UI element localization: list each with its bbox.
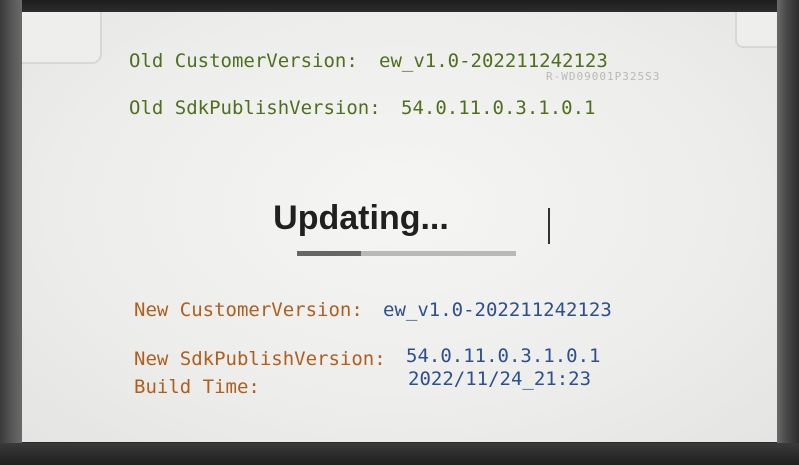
device-id-overlay: R-WD09001P325S3 (546, 70, 661, 83)
new-sdk-publish-version-value: 54.0.11.0.3.1.0.1 (406, 345, 601, 367)
monitor-bezel-right (777, 0, 799, 465)
build-time-label: Build Time: (134, 376, 260, 398)
old-customer-version-label: Old CustomerVersion: (129, 50, 358, 72)
monitor-bezel-bottom (0, 443, 799, 465)
update-progress-fill (297, 251, 361, 256)
old-customer-version-value: ew_v1.0-202211242123 (379, 50, 608, 72)
new-customer-version-value: ew_v1.0-202211242123 (383, 299, 612, 321)
old-sdk-publish-version-value: 54.0.11.0.3.1.0.1 (401, 97, 596, 119)
text-cursor (548, 208, 550, 244)
build-time-value: 2022/11/24_21:23 (408, 368, 592, 390)
monitor-bezel-left (0, 0, 22, 465)
old-sdk-publish-version-label: Old SdkPublishVersion: (129, 97, 381, 119)
new-customer-version-label: New CustomerVersion: (134, 299, 363, 321)
update-screen: Old CustomerVersion: ew_v1.0-20221124212… (22, 12, 777, 442)
new-sdk-publish-version-label: New SdkPublishVersion: (134, 348, 386, 370)
corner-bracket-top-right (735, 12, 777, 48)
corner-bracket-top-left (22, 12, 102, 64)
update-progress-bar (297, 251, 516, 256)
updating-title: Updating... (273, 199, 449, 237)
